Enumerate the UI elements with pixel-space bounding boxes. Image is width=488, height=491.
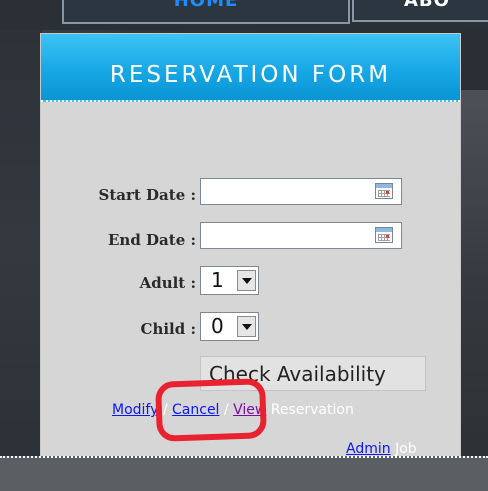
panel-header: RESERVATION FORM [41, 34, 460, 102]
chevron-down-icon[interactable] [237, 316, 256, 337]
page-title: RESERVATION FORM [109, 62, 392, 88]
end-date-label: End Date : [107, 231, 196, 249]
modify-link[interactable]: Modify [112, 402, 158, 418]
child-label: Child : [140, 320, 197, 338]
reservation-suffix: Reservation [266, 402, 354, 418]
nav-tab-home[interactable]: HOME [62, 0, 350, 24]
page-background-right [460, 90, 488, 491]
adult-label: Adult : [139, 274, 196, 292]
admin-job-row: Admin Job [346, 441, 417, 457]
child-select[interactable]: 0 [200, 312, 259, 341]
child-select-value: 0 [211, 314, 224, 338]
adult-select-value: 1 [211, 268, 224, 292]
end-date-field[interactable] [200, 222, 402, 249]
job-suffix: Job [390, 441, 417, 457]
page-background-left [0, 0, 42, 491]
calendar-icon[interactable] [375, 227, 393, 243]
start-date-label: Start Date : [98, 186, 197, 204]
chevron-down-icon[interactable] [237, 270, 256, 291]
admin-link[interactable]: Admin [346, 441, 391, 457]
nav-tab-about[interactable]: ABO [352, 0, 488, 22]
adult-select[interactable]: 1 [200, 266, 259, 295]
page-bottom-strip [0, 456, 488, 491]
calendar-icon[interactable] [375, 183, 393, 199]
top-navigation: HOME ABO [0, 0, 488, 30]
highlight-annotation [154, 378, 268, 442]
start-date-field[interactable] [200, 178, 402, 205]
